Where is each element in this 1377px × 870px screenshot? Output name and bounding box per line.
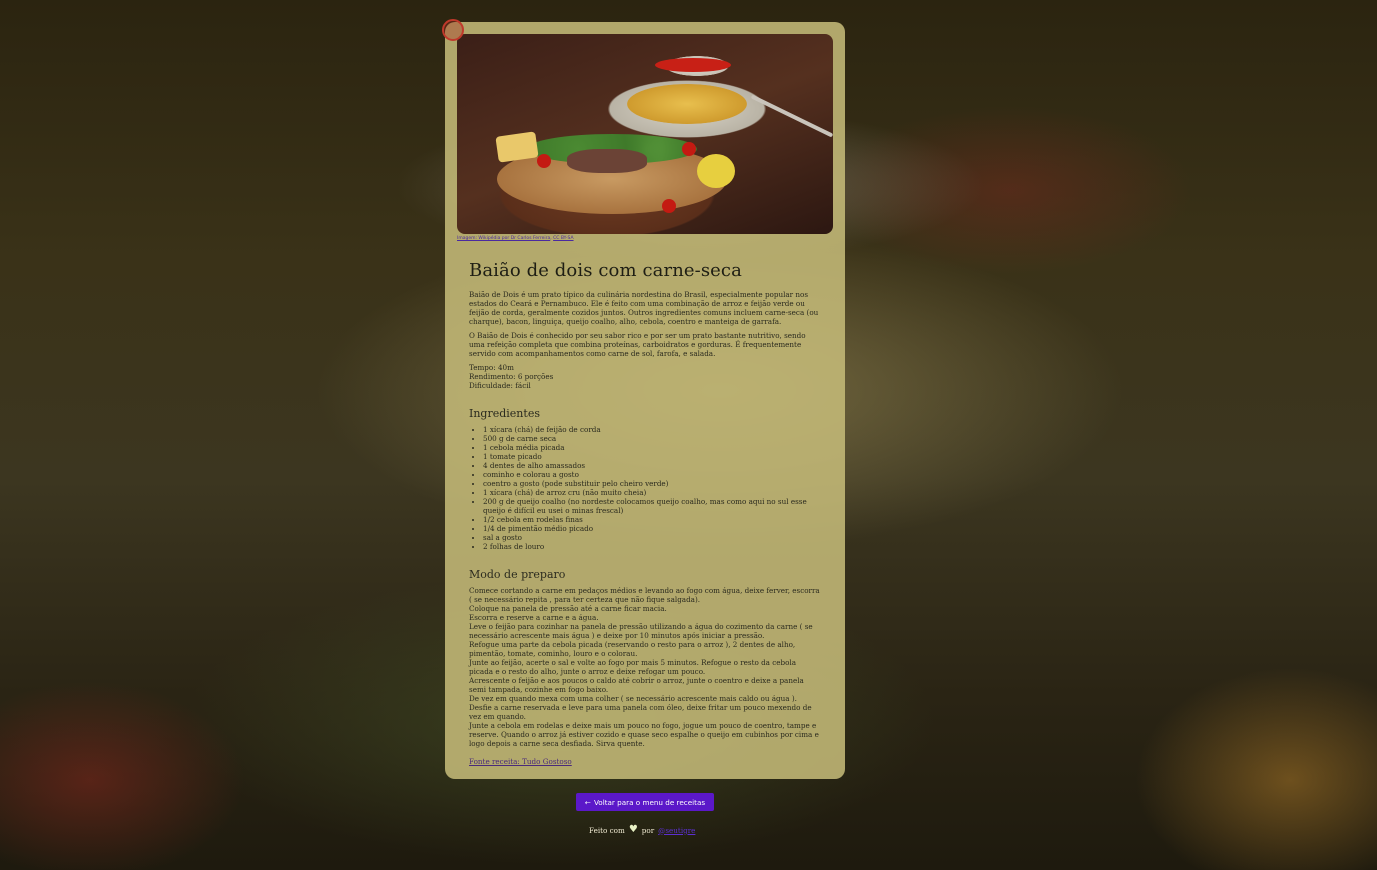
steps-heading: Modo de preparo (469, 568, 566, 581)
ingredient-item: 1 xícara (chá) de arroz cru (não muito c… (483, 488, 821, 497)
page-footer: Feito com ♥ por @seutigre (589, 825, 695, 835)
step-item: Leve o feijão para cozinhar na panela de… (469, 622, 813, 640)
arrow-left-icon: ← (584, 797, 591, 807)
ingredients-heading: Ingredientes (469, 407, 540, 420)
intro-paragraph: Baião de Dois é um prato típico da culin… (469, 290, 819, 326)
intro-paragraph: O Baião de Dois é conhecido por seu sabo… (469, 331, 806, 358)
meta-difficulty: Dificuldade: fácil (469, 381, 531, 390)
ingredient-item: 1 tomate picado (483, 452, 821, 461)
step-item: Comece cortando a carne em pedaços médio… (469, 586, 820, 604)
step-item: Junte a cebola em rodelas e deixe mais u… (469, 721, 819, 748)
step-item: Escorra e reserve a carne e a água. (469, 613, 599, 622)
step-item: De vez em quando mexa com uma colher ( s… (469, 694, 812, 721)
ingredient-item: 500 g de carne seca (483, 434, 821, 443)
ingredients-list: 1 xícara (chá) de feijão de corda 500 g … (469, 425, 821, 551)
recipe-hero-image (457, 34, 833, 234)
steps-list: Comece cortando a carne em pedaços médio… (469, 586, 821, 748)
ingredient-item: 1 xícara (chá) de feijão de corda (483, 425, 821, 434)
ingredient-item: cominho e colorau a gosto (483, 470, 821, 479)
step-item: Coloque na panela de pressão até a carne… (469, 604, 667, 613)
ingredient-item: 200 g de queijo coalho (no nordeste colo… (483, 497, 821, 515)
recipe-title: Baião de dois com carne-seca (469, 260, 742, 281)
heart-icon: ♥ (628, 824, 638, 835)
recipe-intro: Baião de Dois é um prato típico da culin… (469, 290, 821, 358)
footer-made-with: Feito com (589, 825, 625, 835)
step-item: Junte ao feijão, acerte o sal e volte ao… (469, 658, 797, 676)
image-credit-link[interactable]: Imagem: Wikipédia por Dr Carlos Ferreira (457, 236, 550, 241)
ingredient-item: sal a gosto (483, 533, 821, 542)
ingredient-item: 1/4 de pimentão médio picado (483, 524, 821, 533)
step-item: Acrescente o feijão e aos poucos o caldo… (469, 676, 804, 694)
ingredient-item: 4 dentes de alho amassados (483, 461, 821, 470)
ingredient-item: 2 folhas de louro (483, 542, 821, 551)
back-button-label: Voltar para o menu de receitas (593, 797, 706, 807)
meta-time: Tempo: 40m (469, 363, 514, 372)
recipe-meta: Tempo: 40m Rendimento: 6 porções Dificul… (469, 363, 821, 390)
ingredient-item: 1 cebola média picada (483, 443, 821, 452)
meta-yield: Rendimento: 6 porções (469, 372, 554, 381)
footer-author-link[interactable]: @seutigre (658, 826, 695, 835)
recipe-content: Baião de dois com carne-seca Baião de Do… (457, 244, 833, 766)
step-item: Refogue uma parte da cebola picada (rese… (469, 640, 796, 658)
footer-by: por (641, 825, 655, 835)
circle-badge-icon (442, 19, 464, 41)
image-license-link[interactable]: CC BY-SA (553, 236, 573, 241)
back-to-menu-button[interactable]: ← Voltar para o menu de receitas (576, 793, 714, 811)
ingredient-item: coentro a gosto (pode substituir pelo ch… (483, 479, 821, 488)
image-credit: Imagem: Wikipédia por Dr Carlos Ferreira… (457, 236, 574, 241)
recipe-card: Imagem: Wikipédia por Dr Carlos Ferreira… (442, 19, 845, 779)
ingredient-item: 1/2 cebola em rodelas finas (483, 515, 821, 524)
recipe-source-link[interactable]: Fonte receita: Tudo Gostoso (469, 757, 821, 766)
